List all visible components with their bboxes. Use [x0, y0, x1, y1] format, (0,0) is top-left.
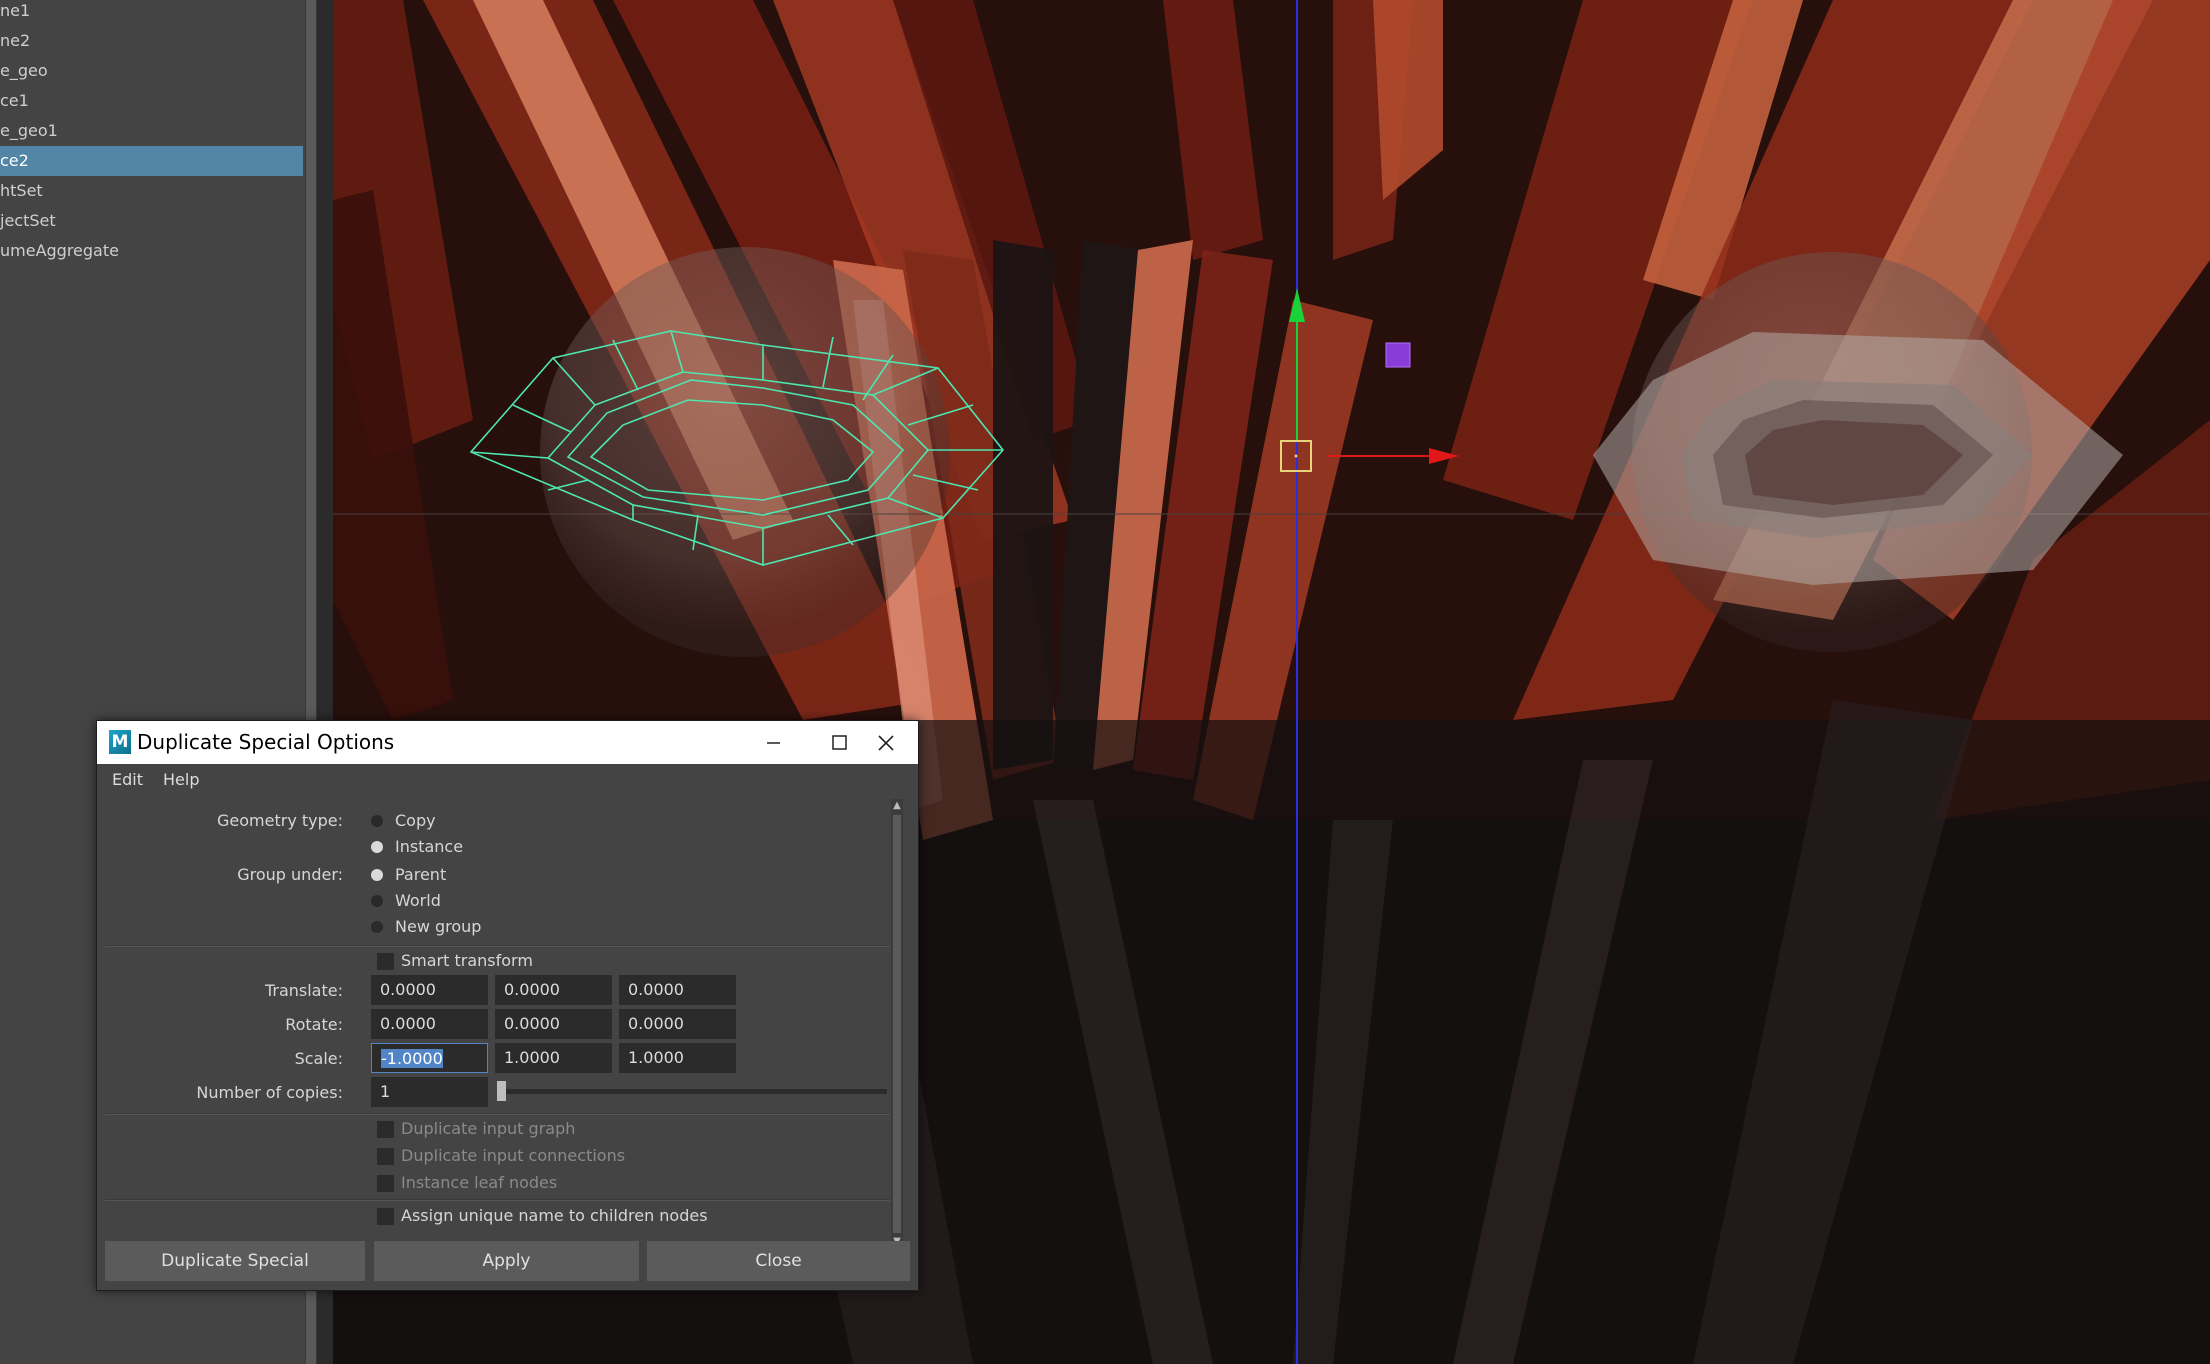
outliner-item-selected[interactable]: ce2 [0, 146, 303, 176]
duplicate-input-connections-label[interactable]: Duplicate input connections [401, 1146, 625, 1165]
duplicate-input-graph-label[interactable]: Duplicate input graph [401, 1119, 575, 1138]
outliner-item[interactable]: jectSet [0, 206, 303, 236]
instance-leaf-nodes-checkbox[interactable] [377, 1175, 394, 1192]
scale-label: Scale: [294, 1049, 343, 1068]
close-button[interactable]: Close [647, 1241, 910, 1281]
dialog-titlebar[interactable]: M Duplicate Special Options [97, 721, 918, 764]
outliner-item[interactable]: ne2 [0, 26, 303, 56]
scale-x-field[interactable]: -1.0000 [371, 1043, 488, 1073]
copies-label: Number of copies: [196, 1083, 343, 1102]
copies-field[interactable]: 1 [371, 1077, 488, 1107]
outliner-item[interactable]: ce1 [0, 86, 303, 116]
translate-x-field[interactable]: 0.0000 [371, 975, 488, 1005]
menu-help[interactable]: Help [163, 770, 199, 789]
radio-instance[interactable] [371, 841, 383, 853]
scale-y-field[interactable]: 1.0000 [495, 1043, 612, 1073]
maya-app-icon: M [109, 730, 131, 754]
dialog-button-bar: Duplicate Special Apply Close [105, 1241, 910, 1285]
translate-y-field[interactable]: 0.0000 [495, 975, 612, 1005]
smart-transform-checkbox[interactable] [377, 953, 394, 970]
geometry-type-label: Geometry type: [217, 811, 343, 830]
minimize-button[interactable] [740, 721, 806, 764]
options-scrollbar-thumb[interactable] [893, 815, 901, 1233]
minimize-icon [767, 742, 780, 744]
rotate-y-field[interactable]: 0.0000 [495, 1009, 612, 1039]
duplicate-input-graph-checkbox[interactable] [377, 1121, 394, 1138]
outliner-item[interactable]: umeAggregate [0, 236, 303, 266]
pivot-marker-icon[interactable] [1385, 342, 1411, 368]
rotate-z-field[interactable]: 0.0000 [619, 1009, 736, 1039]
outliner-item[interactable]: htSet [0, 176, 303, 206]
radio-instance-label[interactable]: Instance [395, 837, 463, 856]
copies-slider-track[interactable] [497, 1089, 887, 1094]
close-window-button[interactable] [852, 721, 918, 764]
duplicate-input-connections-checkbox[interactable] [377, 1148, 394, 1165]
radio-parent-label[interactable]: Parent [395, 865, 446, 884]
duplicate-special-dialog: M Duplicate Special Options Edit Help Ge… [96, 720, 919, 1291]
separator [105, 1199, 890, 1201]
group-under-label: Group under: [237, 865, 343, 884]
outliner-item[interactable]: e_geo1 [0, 116, 303, 146]
smart-transform-label[interactable]: Smart transform [401, 951, 533, 970]
scale-z-field[interactable]: 1.0000 [619, 1043, 736, 1073]
scroll-up-icon[interactable]: ▲ [891, 799, 903, 813]
separator [105, 945, 890, 947]
menu-edit[interactable]: Edit [112, 770, 143, 789]
apply-button[interactable]: Apply [374, 1241, 639, 1281]
radio-copy[interactable] [371, 815, 383, 827]
outliner-item[interactable]: ne1 [0, 0, 303, 26]
duplicate-special-button[interactable]: Duplicate Special [105, 1241, 365, 1281]
assign-unique-name-checkbox[interactable] [377, 1208, 394, 1225]
radio-new-group[interactable] [371, 921, 383, 933]
assign-unique-name-label[interactable]: Assign unique name to children nodes [401, 1206, 708, 1225]
rotate-x-field[interactable]: 0.0000 [371, 1009, 488, 1039]
scale-x-value: -1.0000 [381, 1049, 443, 1068]
radio-copy-label[interactable]: Copy [395, 811, 436, 830]
close-icon [878, 735, 894, 751]
dialog-title: Duplicate Special Options [137, 730, 395, 754]
translate-label: Translate: [264, 981, 343, 1000]
outliner-item[interactable]: e_geo [0, 56, 303, 86]
radio-new-group-label[interactable]: New group [395, 917, 481, 936]
instance-leaf-nodes-label[interactable]: Instance leaf nodes [401, 1173, 557, 1192]
rotate-label: Rotate: [285, 1015, 343, 1034]
options-panel: Geometry type: Copy Instance Group under… [105, 799, 903, 1249]
dialog-menubar: Edit Help [97, 764, 918, 796]
radio-world-label[interactable]: World [395, 891, 441, 910]
translate-z-field[interactable]: 0.0000 [619, 975, 736, 1005]
radio-world[interactable] [371, 895, 383, 907]
radio-parent[interactable] [371, 869, 383, 881]
copies-slider-handle[interactable] [497, 1081, 506, 1101]
options-scrollbar[interactable]: ▲ ▼ [891, 799, 903, 1249]
separator [105, 1113, 890, 1115]
